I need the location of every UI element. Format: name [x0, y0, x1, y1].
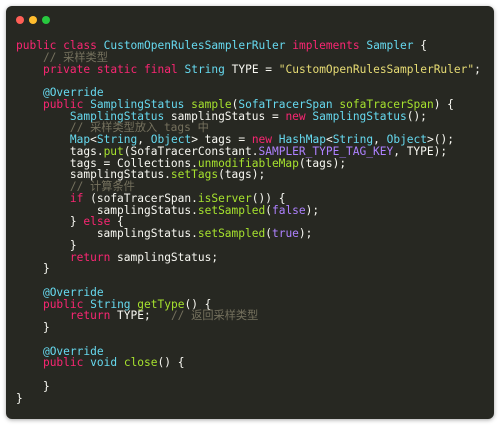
code-token: (tags);	[298, 156, 347, 170]
code-token: (	[265, 227, 272, 240]
code-token: ) {	[433, 97, 454, 111]
code-token: Sampler	[366, 39, 414, 52]
code-token: CustomOpenRulesSamplerRuler	[103, 39, 286, 52]
code-token: private	[42, 62, 91, 76]
code-token: setSampled	[197, 227, 266, 240]
code-token: SamplingStatus	[312, 109, 407, 123]
code-token: TYPE =	[224, 62, 279, 76]
code-token: void	[90, 356, 118, 370]
code-line: public void close() {	[16, 357, 486, 369]
code-line: private static final String TYPE = "Cust…	[16, 62, 486, 76]
code-token: );	[305, 203, 320, 217]
code-token: samplingStatus;	[110, 250, 219, 264]
maximize-window-button[interactable]	[42, 16, 50, 24]
code-window: public class CustomOpenRulesSamplerRuler…	[6, 6, 494, 419]
code-token: "CustomOpenRulesSamplerRuler"	[278, 62, 475, 76]
code-line: }	[16, 263, 486, 275]
code-token: public	[42, 356, 84, 370]
code-token: new	[285, 109, 306, 123]
code-token: () {	[157, 356, 185, 370]
code-line: }	[16, 380, 486, 393]
code-token: close	[123, 356, 158, 370]
code-line: }	[16, 322, 486, 334]
code-token: false	[271, 203, 306, 217]
code-token: String	[184, 62, 225, 76]
minimize-window-button[interactable]	[29, 16, 37, 24]
code-token: setTags	[170, 168, 219, 182]
code-line: samplingStatus.setSampled(true);	[16, 228, 486, 240]
code-token: setSampled	[197, 203, 266, 217]
code-token: );	[298, 227, 313, 240]
code-token: , TYPE);	[393, 144, 448, 158]
title-bar	[6, 6, 494, 34]
code-token: static	[96, 62, 138, 76]
code-token: true	[271, 227, 299, 240]
code-token: // 返回采样类型	[170, 309, 259, 323]
code-token: return	[69, 309, 111, 323]
code-token: ();	[406, 109, 427, 123]
code-block: public class CustomOpenRulesSamplerRuler…	[16, 40, 486, 404]
code-token: TYPE;	[110, 309, 171, 323]
code-token: final	[144, 62, 178, 76]
code-token: implements	[292, 39, 360, 52]
code-token: ;	[474, 62, 481, 76]
code-token: {	[413, 39, 427, 52]
code-line: return TYPE; // 返回采样类型	[16, 310, 486, 322]
code-token: (tags);	[218, 168, 266, 182]
code-line: }	[16, 391, 486, 405]
close-window-button[interactable]	[16, 16, 24, 24]
code-token: (	[265, 203, 272, 217]
code-line: return samplingStatus;	[16, 250, 486, 264]
code-token: }	[16, 391, 23, 405]
code-token: return	[69, 250, 111, 264]
